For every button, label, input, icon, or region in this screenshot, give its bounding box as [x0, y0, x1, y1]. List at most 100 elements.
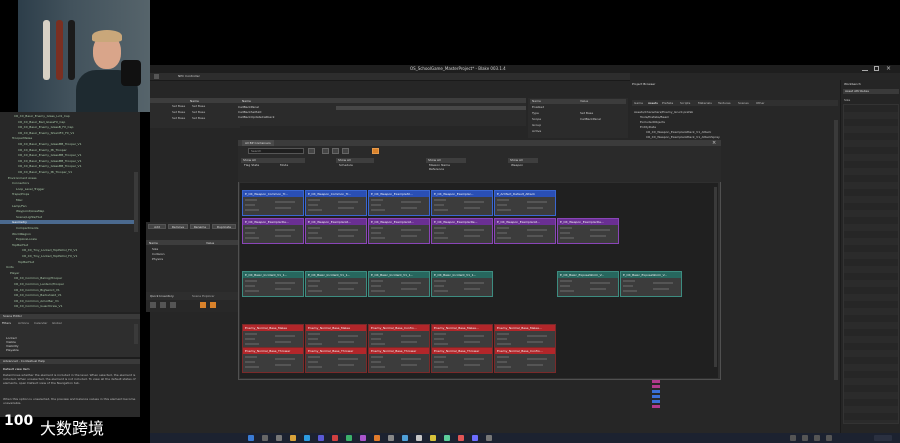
app-icon[interactable]: [332, 435, 338, 441]
play-icon[interactable]: [150, 302, 156, 308]
app-icon[interactable]: [388, 435, 394, 441]
tree-item[interactable]: Scene/Lights/Hud: [0, 215, 134, 219]
tab-game[interactable]: Game: [634, 101, 643, 105]
graph-node[interactable]: E_CR_Weapon_Exemplar...: [431, 190, 493, 216]
graph-node[interactable]: E_CR_Weapon_Common_Tr...: [242, 190, 304, 216]
tree-scrollbar[interactable]: [134, 172, 138, 232]
table-row[interactable]: Set Base Set Base: [150, 110, 240, 115]
stop-icon[interactable]: [170, 302, 176, 308]
graph-node[interactable]: E_CR_Weapon_ExemplarRe...: [431, 218, 493, 244]
graph-node[interactable]: E_CR_Basic_Incident_V1_1...: [368, 271, 430, 297]
tab-other[interactable]: Other: [756, 101, 765, 105]
tab-global[interactable]: Global: [52, 321, 62, 325]
app-icon[interactable]: [318, 435, 324, 441]
tree-item[interactable]: TopBarHud: [0, 260, 134, 264]
graph-node[interactable]: E_CR_Basic_ExposeWorm_V...: [557, 271, 619, 297]
tree-item[interactable]: Environment Areas: [0, 176, 134, 180]
tray-icon[interactable]: [826, 435, 832, 441]
tree-item[interactable]: CR_XX_Basic_Enemy_GlassMB_Trooper_V1: [0, 164, 134, 168]
callback-scrollbar[interactable]: [336, 106, 526, 110]
tree-item[interactable]: Loop_Level_Trigger: [0, 187, 134, 191]
task-view-icon[interactable]: [276, 435, 282, 441]
tray-icon[interactable]: [802, 435, 808, 441]
tab-textures[interactable]: Textures: [718, 101, 731, 105]
asset-icon[interactable]: [652, 400, 660, 403]
tab-quick-inventory[interactable]: Quick Inventory: [150, 294, 174, 298]
tab-materials[interactable]: Materials: [698, 101, 712, 105]
tree-item[interactable]: CR_XX_Basic_Enemy_GlassB_FX_Cap: [0, 125, 134, 129]
filter-item[interactable]: Reference: [426, 167, 466, 171]
property-row[interactable]: Enabled: [530, 105, 626, 110]
add-button[interactable]: Add: [148, 224, 166, 229]
tab-prefabs[interactable]: Prefabs: [662, 101, 673, 105]
list-item[interactable]: Physics: [152, 257, 165, 262]
tree-item[interactable]: ExploreLocale: [0, 237, 134, 241]
app-icon[interactable]: [486, 435, 492, 441]
duplicate-button[interactable]: Duplicate: [212, 224, 236, 229]
tray-icon[interactable]: [790, 435, 796, 441]
tree-item[interactable]: WorldRegion: [0, 232, 134, 236]
pin-icon[interactable]: [200, 302, 206, 308]
tree-item[interactable]: CR_XX_Tiny_Locked_TopPatrol_FX_V1: [0, 254, 134, 258]
graph-node[interactable]: E_CR_Basic_ExposeWorm_V...: [620, 271, 682, 297]
graph-node[interactable]: E_CR_Weapon_ExemplarAt...: [305, 218, 367, 244]
app-icon[interactable]: [402, 435, 408, 441]
tab-scripts[interactable]: Scripts: [680, 101, 690, 105]
tree-item[interactable]: Lamp/Fan: [0, 204, 134, 208]
list-icon[interactable]: [342, 148, 349, 154]
tree-item[interactable]: Waypoint/AreaMap: [0, 209, 134, 213]
tree-item[interactable]: CR_XX_Common_Balrog/Trooper: [0, 276, 134, 280]
graph-node[interactable]: Enemy_Normal_Base_Confro...: [494, 347, 556, 373]
list-item[interactable]: CallBackUpdateCallback: [238, 115, 274, 120]
tree-item[interactable]: CR_XX_Common_Lantern/Trooper: [0, 282, 134, 286]
tree-item[interactable]: CR_XX_Common_Barbshield_V1: [0, 293, 134, 297]
tree-item[interactable]: Units: [0, 265, 134, 269]
tree-item[interactable]: CR_XX_Basic_Bad_GlassFX_Cap: [0, 120, 134, 124]
tree-item[interactable]: Compartments: [0, 226, 134, 230]
lock-icon[interactable]: [210, 302, 216, 308]
property-row[interactable]: Scope CallBackPanel: [530, 117, 626, 122]
grid-icon[interactable]: [332, 148, 339, 154]
graph-node[interactable]: E_CR_Basic_Incident_V1_1...: [242, 271, 304, 297]
tree-item[interactable]: TopBarHud: [0, 243, 134, 247]
app-icon[interactable]: [472, 435, 478, 441]
tree-item[interactable]: CR_XX_Common_AmorBar_V1: [0, 299, 134, 303]
tree-item[interactable]: Traps/Props: [0, 192, 134, 196]
tab-actions[interactable]: Actions: [18, 321, 29, 325]
tree-item[interactable]: CR_XX_Basic_Enemy_ShieldFX_FX_V1: [0, 131, 134, 135]
graph-node[interactable]: Enemy_Normal_Base_Thrower: [431, 347, 493, 373]
app-icon[interactable]: [444, 435, 450, 441]
list-item[interactable]: Playable: [6, 348, 19, 352]
graph-node[interactable]: E_CR_Weapon_Common_Tr...: [305, 190, 367, 216]
graph-scrollbar[interactable]: [714, 187, 717, 367]
graph-node[interactable]: Enemy_Normal_Base_Thrower: [242, 347, 304, 373]
tree-item[interactable]: CR_XX_Basic_Enemy_Glass_Lvl1_Cap: [0, 114, 134, 118]
rename-button[interactable]: Rename: [190, 224, 210, 229]
tree-item[interactable]: CR_XX_Tiny_Locked_TopPatrol_FX_V1: [0, 248, 134, 252]
filter-icon[interactable]: [372, 148, 379, 154]
search-icon[interactable]: [262, 435, 268, 441]
tree-item[interactable]: Connectors: [0, 181, 134, 185]
tree-item[interactable]: CR_XX_Common_GuardCrew_V1: [0, 304, 134, 308]
tab-calendar[interactable]: Calendar: [34, 321, 48, 325]
property-row[interactable]: Group: [530, 123, 626, 128]
start-icon[interactable]: [248, 435, 254, 441]
app-icon[interactable]: [416, 435, 422, 441]
graph-node[interactable]: E_CR_Weapon_ExemplarDe...: [242, 218, 304, 244]
asset-icon[interactable]: [652, 380, 660, 383]
filter-item[interactable]: Weapon: [508, 163, 538, 167]
graph-node[interactable]: Enemy_Normal_Base_Thrower: [368, 347, 430, 373]
remove-button[interactable]: Remove: [168, 224, 188, 229]
asset-icon[interactable]: [652, 390, 660, 393]
graph-node[interactable]: E_CR_Basic_Incident_V1_1...: [305, 271, 367, 297]
graph-node[interactable]: Enemy_Normal_Base_Thrower: [305, 347, 367, 373]
tree-item[interactable]: CR_XX_Basic_Enemy_GlassMB_Trooper_V1: [0, 153, 134, 157]
maximize-icon[interactable]: [874, 66, 879, 71]
search-input[interactable]: Search: [248, 148, 304, 154]
tree-item[interactable]: Player: [0, 271, 134, 275]
graph-node[interactable]: E_Artifact_Default_Attack: [494, 190, 556, 216]
tree-item[interactable]: Geometry: [0, 220, 134, 225]
tree-item[interactable]: CR_XX_Common_BigSword_V1: [0, 288, 134, 292]
tab-scenes[interactable]: Scenes: [738, 101, 749, 105]
clock[interactable]: [874, 435, 892, 441]
